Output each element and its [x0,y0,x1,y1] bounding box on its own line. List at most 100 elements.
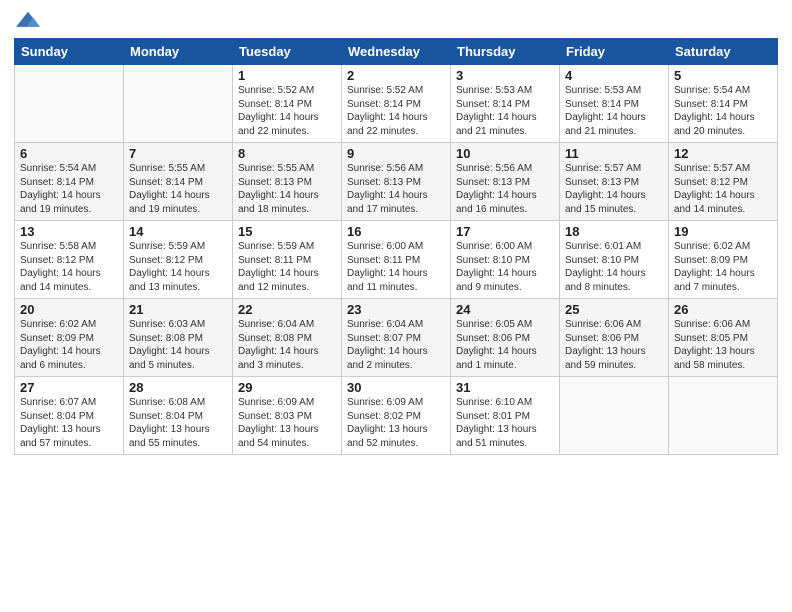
day-number: 18 [565,224,663,239]
day-info: Sunrise: 6:06 AM Sunset: 8:06 PM Dayligh… [565,318,663,372]
calendar-cell: 13Sunrise: 5:58 AM Sunset: 8:12 PM Dayli… [15,221,124,299]
logo [14,10,46,32]
calendar-cell: 4Sunrise: 5:53 AM Sunset: 8:14 PM Daylig… [560,65,669,143]
calendar-cell: 25Sunrise: 6:06 AM Sunset: 8:06 PM Dayli… [560,299,669,377]
day-number: 10 [456,146,554,161]
day-number: 21 [129,302,227,317]
calendar-cell [669,377,778,455]
calendar-cell: 3Sunrise: 5:53 AM Sunset: 8:14 PM Daylig… [451,65,560,143]
day-number: 6 [20,146,118,161]
day-info: Sunrise: 5:54 AM Sunset: 8:14 PM Dayligh… [674,84,772,138]
calendar-cell: 11Sunrise: 5:57 AM Sunset: 8:13 PM Dayli… [560,143,669,221]
day-number: 2 [347,68,445,83]
day-info: Sunrise: 6:04 AM Sunset: 8:07 PM Dayligh… [347,318,445,372]
day-number: 13 [20,224,118,239]
calendar-cell: 29Sunrise: 6:09 AM Sunset: 8:03 PM Dayli… [233,377,342,455]
day-number: 4 [565,68,663,83]
day-info: Sunrise: 5:55 AM Sunset: 8:14 PM Dayligh… [129,162,227,216]
calendar-cell: 19Sunrise: 6:02 AM Sunset: 8:09 PM Dayli… [669,221,778,299]
calendar-week-row: 13Sunrise: 5:58 AM Sunset: 8:12 PM Dayli… [15,221,778,299]
calendar-week-row: 20Sunrise: 6:02 AM Sunset: 8:09 PM Dayli… [15,299,778,377]
day-number: 19 [674,224,772,239]
calendar-cell: 8Sunrise: 5:55 AM Sunset: 8:13 PM Daylig… [233,143,342,221]
day-info: Sunrise: 6:02 AM Sunset: 8:09 PM Dayligh… [674,240,772,294]
calendar-cell: 15Sunrise: 5:59 AM Sunset: 8:11 PM Dayli… [233,221,342,299]
day-info: Sunrise: 5:56 AM Sunset: 8:13 PM Dayligh… [347,162,445,216]
day-number: 8 [238,146,336,161]
calendar-cell: 1Sunrise: 5:52 AM Sunset: 8:14 PM Daylig… [233,65,342,143]
day-info: Sunrise: 6:06 AM Sunset: 8:05 PM Dayligh… [674,318,772,372]
weekday-header-tuesday: Tuesday [233,39,342,65]
day-info: Sunrise: 6:07 AM Sunset: 8:04 PM Dayligh… [20,396,118,450]
day-info: Sunrise: 5:54 AM Sunset: 8:14 PM Dayligh… [20,162,118,216]
calendar-cell: 28Sunrise: 6:08 AM Sunset: 8:04 PM Dayli… [124,377,233,455]
day-number: 31 [456,380,554,395]
weekday-header-saturday: Saturday [669,39,778,65]
day-number: 1 [238,68,336,83]
day-info: Sunrise: 6:02 AM Sunset: 8:09 PM Dayligh… [20,318,118,372]
day-number: 26 [674,302,772,317]
day-info: Sunrise: 5:52 AM Sunset: 8:14 PM Dayligh… [238,84,336,138]
day-number: 29 [238,380,336,395]
day-number: 22 [238,302,336,317]
header [14,10,778,32]
calendar-cell: 21Sunrise: 6:03 AM Sunset: 8:08 PM Dayli… [124,299,233,377]
logo-icon [14,10,42,32]
calendar-cell [560,377,669,455]
day-number: 14 [129,224,227,239]
day-info: Sunrise: 5:53 AM Sunset: 8:14 PM Dayligh… [565,84,663,138]
weekday-header-thursday: Thursday [451,39,560,65]
day-number: 30 [347,380,445,395]
day-info: Sunrise: 6:05 AM Sunset: 8:06 PM Dayligh… [456,318,554,372]
day-number: 25 [565,302,663,317]
weekday-header-row: SundayMondayTuesdayWednesdayThursdayFrid… [15,39,778,65]
day-info: Sunrise: 5:58 AM Sunset: 8:12 PM Dayligh… [20,240,118,294]
calendar-cell: 27Sunrise: 6:07 AM Sunset: 8:04 PM Dayli… [15,377,124,455]
day-info: Sunrise: 6:00 AM Sunset: 8:11 PM Dayligh… [347,240,445,294]
calendar-cell: 10Sunrise: 5:56 AM Sunset: 8:13 PM Dayli… [451,143,560,221]
calendar-cell: 16Sunrise: 6:00 AM Sunset: 8:11 PM Dayli… [342,221,451,299]
weekday-header-monday: Monday [124,39,233,65]
page-container: SundayMondayTuesdayWednesdayThursdayFrid… [0,0,792,465]
calendar: SundayMondayTuesdayWednesdayThursdayFrid… [14,38,778,455]
day-number: 24 [456,302,554,317]
day-number: 9 [347,146,445,161]
calendar-cell: 6Sunrise: 5:54 AM Sunset: 8:14 PM Daylig… [15,143,124,221]
calendar-cell: 17Sunrise: 6:00 AM Sunset: 8:10 PM Dayli… [451,221,560,299]
day-info: Sunrise: 5:57 AM Sunset: 8:13 PM Dayligh… [565,162,663,216]
calendar-cell: 2Sunrise: 5:52 AM Sunset: 8:14 PM Daylig… [342,65,451,143]
day-info: Sunrise: 6:04 AM Sunset: 8:08 PM Dayligh… [238,318,336,372]
calendar-week-row: 1Sunrise: 5:52 AM Sunset: 8:14 PM Daylig… [15,65,778,143]
calendar-cell: 20Sunrise: 6:02 AM Sunset: 8:09 PM Dayli… [15,299,124,377]
calendar-cell: 22Sunrise: 6:04 AM Sunset: 8:08 PM Dayli… [233,299,342,377]
calendar-cell [15,65,124,143]
day-number: 28 [129,380,227,395]
day-number: 5 [674,68,772,83]
calendar-cell: 18Sunrise: 6:01 AM Sunset: 8:10 PM Dayli… [560,221,669,299]
calendar-cell: 23Sunrise: 6:04 AM Sunset: 8:07 PM Dayli… [342,299,451,377]
calendar-cell: 31Sunrise: 6:10 AM Sunset: 8:01 PM Dayli… [451,377,560,455]
calendar-week-row: 27Sunrise: 6:07 AM Sunset: 8:04 PM Dayli… [15,377,778,455]
calendar-cell [124,65,233,143]
day-info: Sunrise: 6:00 AM Sunset: 8:10 PM Dayligh… [456,240,554,294]
calendar-cell: 7Sunrise: 5:55 AM Sunset: 8:14 PM Daylig… [124,143,233,221]
day-number: 27 [20,380,118,395]
day-info: Sunrise: 6:08 AM Sunset: 8:04 PM Dayligh… [129,396,227,450]
day-number: 17 [456,224,554,239]
calendar-cell: 9Sunrise: 5:56 AM Sunset: 8:13 PM Daylig… [342,143,451,221]
day-number: 23 [347,302,445,317]
calendar-cell: 5Sunrise: 5:54 AM Sunset: 8:14 PM Daylig… [669,65,778,143]
day-info: Sunrise: 6:03 AM Sunset: 8:08 PM Dayligh… [129,318,227,372]
calendar-cell: 30Sunrise: 6:09 AM Sunset: 8:02 PM Dayli… [342,377,451,455]
day-info: Sunrise: 6:10 AM Sunset: 8:01 PM Dayligh… [456,396,554,450]
day-info: Sunrise: 5:57 AM Sunset: 8:12 PM Dayligh… [674,162,772,216]
day-number: 20 [20,302,118,317]
day-number: 3 [456,68,554,83]
day-number: 11 [565,146,663,161]
day-number: 15 [238,224,336,239]
calendar-cell: 24Sunrise: 6:05 AM Sunset: 8:06 PM Dayli… [451,299,560,377]
day-number: 7 [129,146,227,161]
weekday-header-friday: Friday [560,39,669,65]
day-info: Sunrise: 6:01 AM Sunset: 8:10 PM Dayligh… [565,240,663,294]
weekday-header-wednesday: Wednesday [342,39,451,65]
